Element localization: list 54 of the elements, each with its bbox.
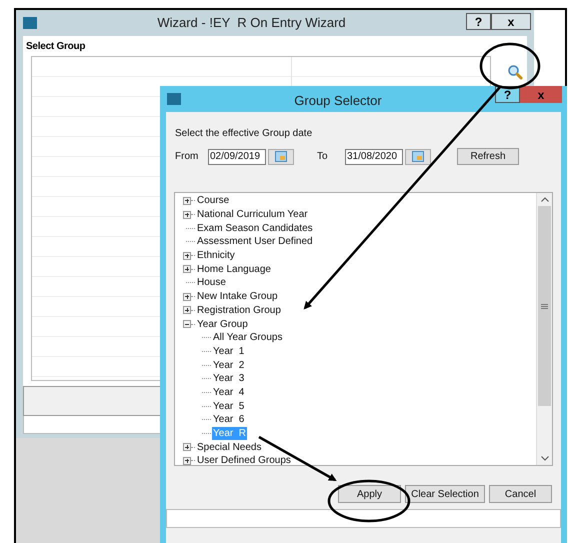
tree-item[interactable]: National Curriculum Year — [196, 208, 309, 222]
collapse-icon[interactable] — [183, 320, 191, 328]
expand-icon[interactable] — [183, 252, 191, 260]
scroll-down-icon[interactable] — [540, 456, 548, 461]
app-logo-icon — [23, 17, 37, 29]
calendar-icon — [275, 151, 287, 162]
tree-item[interactable]: Year 1 — [212, 344, 246, 358]
tree-item[interactable]: Ethnicity — [196, 249, 236, 262]
expand-icon[interactable] — [183, 196, 191, 205]
dialog-button[interactable]: Apply — [338, 485, 401, 503]
tree-item[interactable]: Assessment User Defined — [196, 235, 314, 248]
to-date-field[interactable]: 31/08/2020 — [345, 148, 403, 164]
search-icon[interactable] — [507, 64, 523, 80]
app-logo-icon — [167, 93, 181, 105]
dialog-button[interactable]: Cancel — [489, 485, 552, 503]
expand-icon[interactable] — [183, 210, 191, 219]
tree-item[interactable]: Year 4 — [212, 386, 246, 399]
close-button[interactable]: x — [520, 86, 562, 103]
tree-item[interactable]: Year 2 — [212, 358, 246, 372]
tree-item[interactable]: Year Group — [196, 318, 249, 331]
from-date-field[interactable]: 02/09/2019 — [208, 148, 266, 164]
scroll-thumb[interactable] — [538, 206, 551, 406]
tree-item[interactable]: Year 6 — [212, 413, 246, 426]
calendar-button[interactable] — [268, 148, 294, 164]
annotation-circle — [480, 42, 540, 90]
calendar-button[interactable] — [405, 148, 431, 164]
expand-icon[interactable] — [183, 443, 191, 452]
tree-item[interactable]: New Intake Group — [196, 290, 279, 304]
to-label: To — [317, 150, 329, 164]
scrollbar[interactable] — [536, 193, 552, 465]
dialog-button[interactable]: Clear Selection — [405, 485, 485, 503]
from-label: From — [175, 150, 200, 164]
close-button[interactable]: x — [491, 13, 531, 30]
dialog-title: Group Selector — [293, 92, 383, 110]
prompt-text: Select the effective Group date — [175, 127, 314, 141]
scroll-up-icon[interactable] — [540, 197, 548, 202]
tree-item[interactable]: House — [196, 276, 227, 290]
expand-icon[interactable] — [183, 456, 191, 465]
window-title: Wizard - !EY R On Entry Wizard — [156, 14, 347, 32]
tree-item[interactable]: Year 5 — [212, 400, 246, 413]
expand-icon[interactable] — [183, 306, 191, 314]
tree-item[interactable]: Registration Group — [196, 304, 282, 317]
tree-item[interactable]: Exam Season Candidates — [196, 222, 314, 235]
refresh-button[interactable]: Refresh — [457, 148, 519, 165]
tree-item[interactable]: Course — [196, 194, 230, 208]
tree-item[interactable]: All Year Groups — [212, 331, 284, 344]
help-button[interactable]: ? — [466, 13, 491, 30]
tree-item[interactable]: Home Language — [196, 262, 272, 276]
tree-item[interactable]: Year 3 — [212, 372, 246, 386]
expand-icon[interactable] — [183, 265, 191, 274]
tree-item[interactable]: Special Needs — [196, 440, 262, 454]
expand-icon[interactable] — [183, 292, 191, 301]
section-label: Select Group — [25, 40, 86, 54]
calendar-icon — [412, 151, 424, 162]
